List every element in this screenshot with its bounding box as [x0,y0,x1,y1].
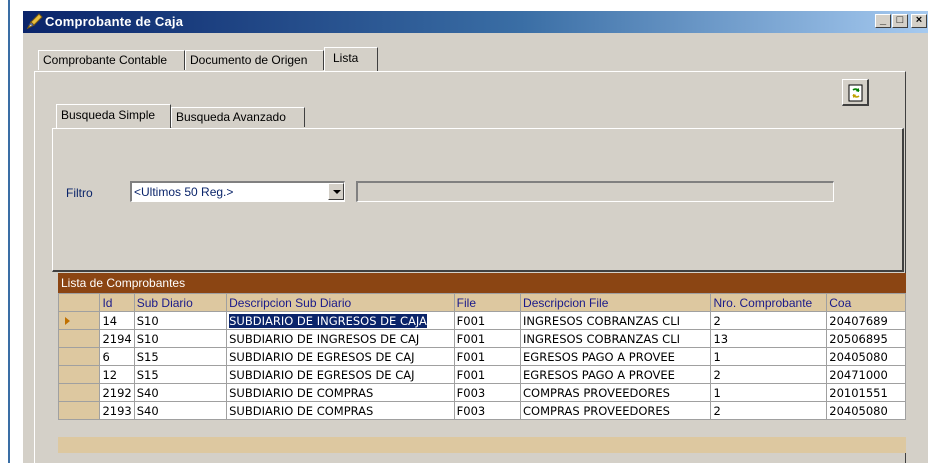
cell-descripcion-file[interactable]: INGRESOS COBRANZAS CLI [520,329,712,348]
column-header-file[interactable]: File [453,293,522,312]
cell-descripcion-sub-diario[interactable]: SUBDIARIO DE COMPRAS [226,383,455,402]
grid-empty-area [58,437,906,453]
cell-descripcion-file[interactable]: COMPRAS PROVEEDORES [520,401,712,420]
row-indicator[interactable] [57,383,101,402]
cell-descripcion-sub-diario[interactable]: SUBDIARIO DE COMPRAS [226,401,455,420]
cell-descripcion-sub-diario[interactable]: SUBDIARIO DE INGRESOS DE CAJA [226,311,455,330]
pen-icon [26,13,43,30]
row-indicator[interactable] [57,329,101,348]
row-pointer-icon [65,316,70,325]
close-button[interactable]: × [911,14,927,28]
cell-id[interactable]: 2193 [99,401,135,420]
cell-descripcion-file[interactable]: EGRESOS PAGO A PROVEE [520,365,712,384]
cell-id[interactable]: 2192 [99,383,135,402]
cell-descripcion-sub-diario[interactable]: SUBDIARIO DE EGRESOS DE CAJ [226,365,455,384]
refresh-button[interactable] [842,79,869,106]
cell-file[interactable]: F003 [453,383,522,402]
cell-coa[interactable]: 20101551 [826,383,906,402]
cell-id[interactable]: 12 [99,365,135,384]
table-row[interactable]: 12 S15 SUBDIARIO DE EGRESOS DE CAJ F001 … [57,365,906,384]
cell-coa[interactable]: 20471000 [826,365,906,384]
comprobantes-table: Id Sub Diario Descripcion Sub Diario Fil… [57,293,906,420]
tab-busqueda-simple[interactable]: Busqueda Simple [56,104,171,128]
background-window-edge [0,0,10,463]
cell-coa[interactable]: 20407689 [826,311,906,330]
cell-id[interactable]: 14 [99,311,135,330]
cell-coa[interactable]: 20506895 [826,329,906,348]
cell-sub-diario[interactable]: S10 [133,329,228,348]
filtro-text-input[interactable] [356,181,834,202]
refresh-icon [848,84,863,102]
window-title: Comprobante de Caja [45,14,184,29]
column-header-sub-diario[interactable]: Sub Diario [133,293,228,312]
cell-file[interactable]: F001 [453,365,522,384]
row-indicator[interactable] [57,347,101,366]
row-indicator[interactable] [57,311,101,330]
table-row[interactable]: 14 S10 SUBDIARIO DE INGRESOS DE CAJA F00… [57,311,906,330]
grid-header-row: Id Sub Diario Descripcion Sub Diario Fil… [57,293,906,312]
cell-descripcion-sub-diario[interactable]: SUBDIARIO DE EGRESOS DE CAJ [226,347,455,366]
table-row[interactable]: 2194 S10 SUBDIARIO DE INGRESOS DE CAJ F0… [57,329,906,348]
table-row[interactable]: 6 S15 SUBDIARIO DE EGRESOS DE CAJ F001 E… [57,347,906,366]
tab-comprobante-contable[interactable]: Comprobante Contable [38,50,185,70]
cell-file[interactable]: F001 [453,311,522,330]
column-header-coa[interactable]: Coa [826,293,906,312]
tab-lista[interactable]: Lista [324,47,378,71]
cell-id[interactable]: 6 [99,347,135,366]
column-header-descripcion-sub-diario[interactable]: Descripcion Sub Diario [226,293,455,312]
cell-descripcion-file[interactable]: EGRESOS PAGO A PROVEE [520,347,712,366]
cell-descripcion-file[interactable]: INGRESOS COBRANZAS CLI [520,311,712,330]
cell-nro-comprobante[interactable]: 13 [710,329,828,348]
tab-documento-de-origen[interactable]: Documento de Origen [185,50,324,70]
minimize-button[interactable]: _ [875,14,891,28]
cell-nro-comprobante[interactable]: 2 [710,311,828,330]
selected-cell-text: SUBDIARIO DE INGRESOS DE CAJA [229,313,427,328]
filtro-label: Filtro [66,186,93,200]
row-indicator[interactable] [57,401,101,420]
title-bar[interactable]: Comprobante de Caja _ □ × [23,11,928,33]
comprobantes-grid: Lista de Comprobantes Id Sub Diario Desc… [57,273,906,453]
tab-busqueda-avanzado[interactable]: Busqueda Avanzado [171,107,305,127]
cell-descripcion-file[interactable]: COMPRAS PROVEEDORES [520,383,712,402]
cell-file[interactable]: F001 [453,329,522,348]
cell-coa[interactable]: 20405080 [826,347,906,366]
row-indicator[interactable] [57,365,101,384]
cell-nro-comprobante[interactable]: 2 [710,401,828,420]
filtro-selected-value: <Ultimos 50 Reg.> [134,185,234,199]
chevron-down-icon [333,190,341,194]
cell-sub-diario[interactable]: S40 [133,401,228,420]
column-header-nro-comprobante[interactable]: Nro. Comprobante [710,293,828,312]
cell-coa[interactable]: 20405080 [826,401,906,420]
filtro-select[interactable]: <Ultimos 50 Reg.> [130,181,345,202]
cell-descripcion-sub-diario[interactable]: SUBDIARIO DE INGRESOS DE CAJ [226,329,455,348]
column-header-descripcion-file[interactable]: Descripcion File [520,293,712,312]
header-indicator [57,293,101,312]
grid-caption: Lista de Comprobantes [58,273,906,293]
maximize-button[interactable]: □ [892,14,908,28]
cell-sub-diario[interactable]: S10 [133,311,228,330]
cell-file[interactable]: F003 [453,401,522,420]
table-row[interactable]: 2192 S40 SUBDIARIO DE COMPRAS F003 COMPR… [57,383,906,402]
cell-nro-comprobante[interactable]: 1 [710,347,828,366]
cell-sub-diario[interactable]: S40 [133,383,228,402]
table-row[interactable]: 2193 S40 SUBDIARIO DE COMPRAS F003 COMPR… [57,401,906,420]
cell-nro-comprobante[interactable]: 1 [710,383,828,402]
dropdown-button[interactable] [328,183,344,200]
cell-id[interactable]: 2194 [99,329,135,348]
cell-file[interactable]: F001 [453,347,522,366]
column-header-id[interactable]: Id [99,293,135,312]
cell-nro-comprobante[interactable]: 2 [710,365,828,384]
cell-sub-diario[interactable]: S15 [133,365,228,384]
cell-sub-diario[interactable]: S15 [133,347,228,366]
